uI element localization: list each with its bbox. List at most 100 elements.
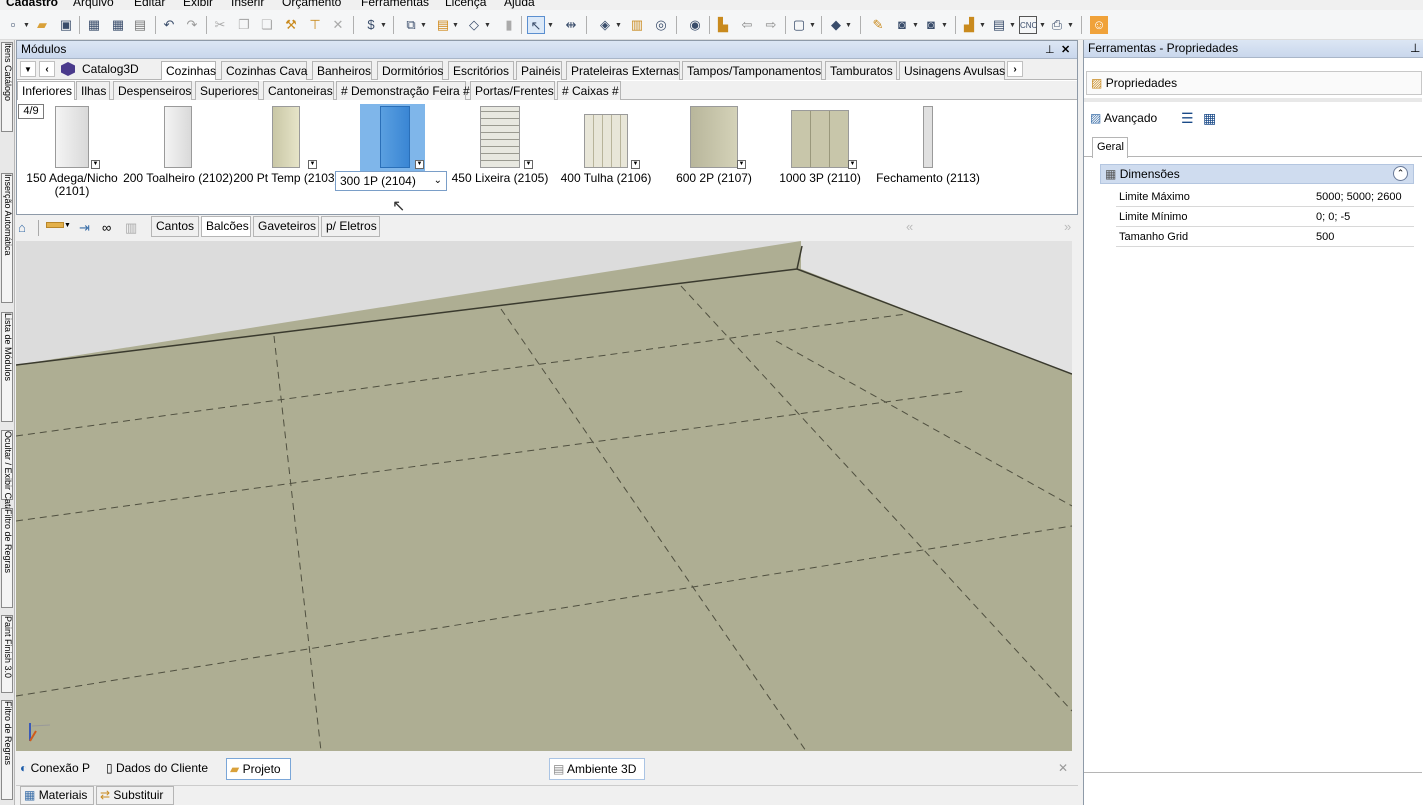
tab-dados-cliente[interactable]: ▯ Dados do Cliente: [106, 758, 221, 780]
home-icon[interactable]: ⌂: [18, 220, 26, 235]
favorite-checkbox-icon[interactable]: ▼: [91, 160, 100, 169]
printer-icon[interactable]: ▤: [131, 16, 149, 34]
section-header-dimensoes[interactable]: ▦ Dimensões ⌃: [1100, 164, 1414, 184]
menu-ajuda[interactable]: Ajuda: [504, 0, 535, 9]
tab-dormitorios[interactable]: Dormitórios: [377, 61, 443, 80]
properties-tab[interactable]: ▨ Propriedades: [1086, 71, 1422, 95]
module-item[interactable]: ▼ 450 Lixeira (2105): [440, 104, 560, 204]
module-item[interactable]: ▼ 150 Adega/Nicho (2101): [12, 104, 132, 204]
menu-editar[interactable]: Editar: [134, 0, 165, 9]
close-icon[interactable]: ✕: [1058, 761, 1068, 775]
tab-cozinhas[interactable]: Cozinhas: [161, 61, 216, 80]
favorite-checkbox-icon[interactable]: ▼: [848, 160, 857, 169]
tab-escritorios[interactable]: Escritórios: [448, 61, 514, 80]
tab-prateleiras-externas[interactable]: Prateleiras Externas: [566, 61, 680, 80]
tab-tamburatos[interactable]: Tamburatos: [825, 61, 897, 80]
delete-icon[interactable]: ✕: [329, 16, 347, 34]
tab-cozinhas-cava[interactable]: Cozinhas Cava: [221, 61, 307, 80]
import-icon[interactable]: ⇥: [79, 220, 90, 236]
undo-icon[interactable]: ↶: [160, 16, 178, 34]
module-item[interactable]: 200 Toalheiro (2102): [118, 104, 238, 204]
tab-ilhas[interactable]: Ilhas: [76, 81, 110, 100]
left-tab-filtro-regras[interactable]: Filtro de Regras: [1, 508, 13, 608]
favorite-checkbox-icon[interactable]: ▼: [631, 160, 640, 169]
module-item-selected[interactable]: ▼ 300 1P (2104) ⌄: [335, 104, 455, 204]
advanced-button[interactable]: ▨ Avançado: [1090, 108, 1157, 128]
list-view-icon[interactable]: ☰: [1181, 110, 1194, 127]
close-icon[interactable]: ✕: [1061, 42, 1070, 59]
layout-icon[interactable]: ⧉: [402, 16, 420, 34]
new-icon[interactable]: ▫: [4, 16, 22, 34]
materiais-button[interactable]: ▦ Materiais: [20, 786, 94, 805]
report-icon[interactable]: ▟: [960, 16, 978, 34]
menu-exibir[interactable]: Exibir: [183, 0, 213, 9]
select-cursor-icon[interactable]: ↖: [527, 16, 545, 34]
tab-gaveteiros[interactable]: Gaveteiros: [253, 216, 319, 237]
left-tab-lista-modulos[interactable]: Lista de Módulos: [1, 312, 13, 422]
cutlist-icon[interactable]: ▤: [990, 16, 1008, 34]
pin-icon[interactable]: ⊥: [1045, 42, 1055, 59]
module-item[interactable]: ▼ 200 Pt Temp (2103): [226, 104, 346, 204]
cnc-icon[interactable]: CNC: [1019, 16, 1037, 34]
open-folder-icon[interactable]: ▰: [33, 16, 51, 34]
3d-viewport[interactable]: [16, 241, 1072, 751]
property-row[interactable]: Limite Mínimo 0; 0; -5: [1116, 207, 1414, 227]
export-icon[interactable]: ⎙: [1048, 16, 1066, 34]
eye-icon[interactable]: ◉: [686, 16, 704, 34]
pin-icon[interactable]: ⊥: [1410, 40, 1420, 57]
favorite-checkbox-icon[interactable]: ▼: [737, 160, 746, 169]
binoculars-icon[interactable]: ∞: [102, 220, 111, 235]
tab-cantos[interactable]: Cantos: [151, 216, 199, 237]
tab-tampos[interactable]: Tampos/Tamponamentos: [682, 61, 822, 80]
grid-view-icon[interactable]: ▦: [1203, 110, 1216, 127]
tab-ambiente-3d[interactable]: ▤ Ambiente 3D: [549, 758, 645, 780]
left-tab-ocultar-exibir[interactable]: Ocultar / Exibir Catálogo: [1, 430, 13, 529]
property-row[interactable]: Tamanho Grid 500: [1116, 227, 1414, 247]
walls-icon[interactable]: ▙: [714, 16, 732, 34]
property-value[interactable]: 5000; 5000; 2600: [1316, 187, 1402, 207]
paint-roller-icon[interactable]: ⊤: [306, 16, 324, 34]
print-preview-icon[interactable]: ▦: [109, 16, 127, 34]
redo-icon[interactable]: ↷: [183, 16, 201, 34]
cabinet-icon[interactable]: ▥: [628, 16, 646, 34]
tab-caixas[interactable]: # Caixas #: [557, 81, 621, 100]
arrow-left-icon[interactable]: ⇦: [738, 16, 756, 34]
tab-despenseiros[interactable]: Despenseiros: [113, 81, 192, 100]
menu-inserir[interactable]: Inserir: [231, 0, 264, 9]
property-value[interactable]: 500: [1316, 227, 1334, 247]
left-tab-paint-finish[interactable]: Paint Finish 3.0: [1, 615, 13, 693]
module-variant-select[interactable]: 300 1P (2104) ⌄: [335, 171, 447, 191]
group-icon[interactable]: ▥: [125, 220, 137, 236]
cut-icon[interactable]: ✂: [211, 16, 229, 34]
tab-paineis[interactable]: Painéis: [516, 61, 562, 80]
tab-p-eletros[interactable]: p/ Eletros: [321, 216, 380, 237]
disabled-icon[interactable]: ▮: [500, 16, 518, 34]
collapse-icon[interactable]: ⌃: [1393, 166, 1408, 181]
menu-orcamento[interactable]: Orçamento: [282, 0, 341, 9]
camera2-icon[interactable]: ◙: [922, 16, 940, 34]
paint-icon[interactable]: ✎: [869, 16, 887, 34]
camera-icon[interactable]: ◙: [893, 16, 911, 34]
3d-icon[interactable]: ◎: [652, 16, 670, 34]
favorite-checkbox-icon[interactable]: ▼: [524, 160, 533, 169]
user-icon[interactable]: ☺: [1090, 16, 1108, 34]
price-icon[interactable]: $: [362, 16, 380, 34]
layers-icon[interactable]: ◈: [596, 16, 614, 34]
arrow-right-icon[interactable]: ⇨: [762, 16, 780, 34]
copy-icon[interactable]: ❐: [235, 16, 253, 34]
menu-ferramentas[interactable]: Ferramentas: [361, 0, 429, 9]
property-row[interactable]: Limite Máximo 5000; 5000; 2600: [1116, 187, 1414, 207]
scroll-left-icon[interactable]: «: [906, 219, 913, 234]
tab-demonstracao-feira[interactable]: # Demonstração Feira #: [336, 81, 470, 100]
save-icon[interactable]: ▣: [57, 16, 75, 34]
scroll-right-icon[interactable]: ›: [1007, 61, 1023, 77]
menu-cadastro[interactable]: Cadastro: [6, 0, 58, 9]
left-tab-filtro-regras-2[interactable]: Filtro de Regras: [1, 700, 13, 800]
tab-conexao[interactable]: ◐ Conexão P: [16, 758, 102, 780]
property-value[interactable]: 0; 0; -5: [1316, 207, 1350, 227]
print-icon[interactable]: ▦: [85, 16, 103, 34]
module-item[interactable]: ▼ 400 Tulha (2106): [546, 104, 666, 204]
measure-icon[interactable]: ⇹: [562, 16, 580, 34]
3d-scene[interactable]: [16, 241, 1072, 751]
shape-icon[interactable]: ◇: [465, 16, 483, 34]
